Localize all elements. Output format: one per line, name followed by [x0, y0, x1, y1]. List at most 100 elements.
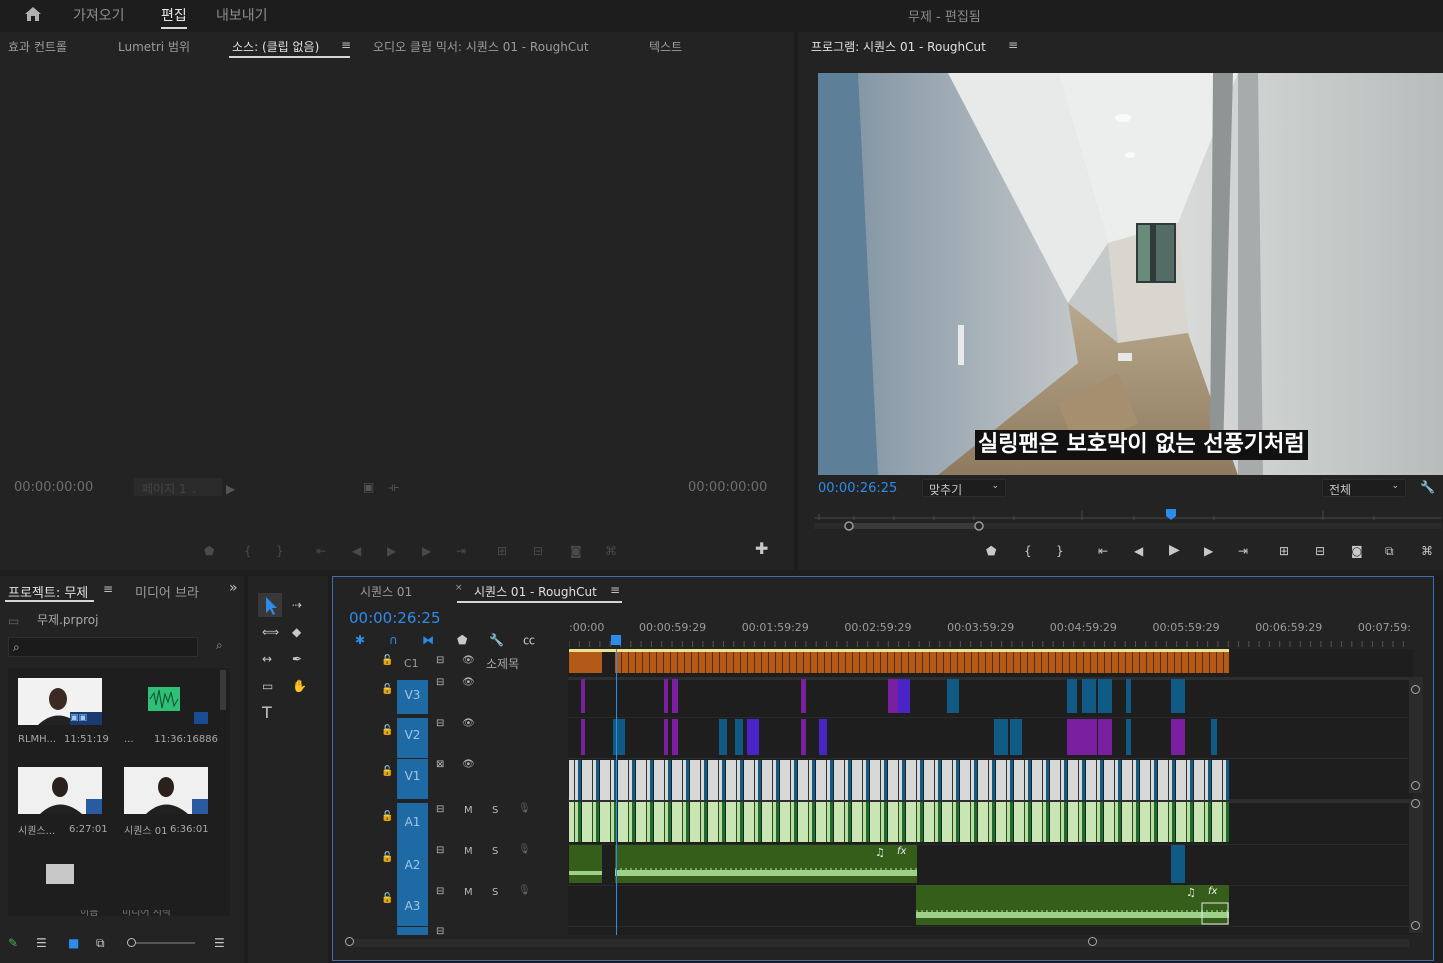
scroll-handle[interactable]	[1411, 685, 1420, 694]
tab-effect-controls[interactable]: 효과 컨트롤	[8, 38, 67, 55]
v1-clips[interactable]	[569, 760, 1229, 800]
tab-import[interactable]: 가져오기	[73, 5, 125, 25]
v3-clip[interactable]	[1082, 679, 1096, 713]
v3-clip[interactable]	[664, 679, 668, 713]
lock-icon[interactable]: 🔓	[381, 725, 393, 736]
project-search-input[interactable]: ⌕	[8, 637, 198, 657]
play-icon[interactable]: ▶	[1169, 543, 1180, 557]
tab-source[interactable]: 소스: (클립 없음)	[232, 38, 319, 55]
track-label-v1[interactable]: V1	[397, 759, 428, 799]
caption-clip[interactable]	[569, 649, 602, 673]
page-select[interactable]: 페이지 1 ⌄	[134, 478, 222, 496]
eye-icon[interactable]: 👁	[462, 677, 475, 688]
camera-icon[interactable]: ◙	[1351, 544, 1363, 558]
caption-clip[interactable]	[615, 649, 1229, 673]
razor-tool-icon[interactable]: ◆	[292, 625, 301, 639]
insert-icon[interactable]: ⊞	[497, 544, 507, 558]
toggle-sync-icon[interactable]: ⊟	[436, 926, 444, 935]
play-icon[interactable]: ▶	[387, 544, 396, 558]
v2-clip[interactable]	[1171, 719, 1185, 755]
list-view-icon[interactable]: ☰	[36, 936, 47, 950]
tab-sequence-roughcut[interactable]: 시퀀스 01 - RoughCut	[474, 583, 597, 600]
sort-icon[interactable]: ☰	[214, 936, 225, 950]
mark-out-icon[interactable]: }	[1056, 544, 1064, 558]
extract-icon[interactable]: ⊟	[1315, 544, 1325, 558]
solo-button[interactable]: S	[492, 846, 498, 857]
item-name[interactable]: ...	[124, 734, 134, 745]
drag-audio-icon[interactable]: ⟛	[388, 480, 399, 494]
v2-clip[interactable]	[664, 719, 668, 755]
tab-lumetri-scopes[interactable]: Lumetri 범위	[118, 38, 190, 55]
quality-select[interactable]: 전체 ⌄	[1322, 479, 1406, 497]
solo-button[interactable]: S	[492, 805, 498, 816]
timeline-timecode[interactable]: 00:00:26:25	[349, 609, 441, 627]
go-to-out-icon[interactable]: ⇥	[456, 544, 466, 558]
v3-clip[interactable]	[888, 679, 898, 713]
track-label-v2[interactable]: V2	[397, 718, 428, 758]
track-label-v3[interactable]: V3	[397, 680, 428, 714]
mark-in-icon[interactable]: {	[1024, 544, 1032, 558]
thumbnail-sequence[interactable]	[124, 767, 208, 814]
v2-clip[interactable]	[735, 719, 743, 755]
eye-icon[interactable]: 👁	[462, 655, 475, 666]
tab-export[interactable]: 내보내기	[216, 5, 268, 25]
mark-out-icon[interactable]: }	[276, 544, 284, 558]
zoom-slider-handle[interactable]	[127, 938, 136, 947]
pen-tool-icon[interactable]: ✒	[292, 652, 302, 666]
mute-button[interactable]: M	[464, 887, 473, 898]
snap-icon[interactable]: ∩	[389, 633, 398, 647]
toggle-sync-icon[interactable]: ⊠	[436, 759, 444, 770]
ripple-edit-tool-icon[interactable]: ⟺	[262, 625, 279, 639]
mic-icon[interactable]: 🎙	[518, 803, 531, 814]
go-to-in-icon[interactable]: ⇤	[316, 544, 326, 558]
source-menu-icon[interactable]: ≡	[341, 38, 351, 52]
add-marker-icon[interactable]: ⬟	[457, 633, 467, 647]
tab-audio-clip-mixer[interactable]: 오디오 클립 믹서: 시퀀스 01 - RoughCut	[373, 38, 589, 55]
scroll-handle[interactable]	[1088, 937, 1097, 946]
fit-select[interactable]: 맞추기 ⌄	[922, 479, 1006, 497]
thumbnail-sequence[interactable]	[18, 767, 102, 814]
slip-tool-icon[interactable]: ↔	[262, 652, 272, 666]
track-label-a4[interactable]	[397, 927, 428, 935]
program-timecode[interactable]: 00:00:26:25	[818, 481, 897, 496]
v2-clip[interactable]	[581, 719, 585, 755]
a2-clip[interactable]	[569, 845, 602, 883]
folder-icon[interactable]	[46, 864, 74, 884]
zoom-slider[interactable]	[130, 942, 195, 944]
track-label-a2[interactable]: A2	[397, 844, 428, 885]
tab-media-browser[interactable]: 미디어 브라	[135, 582, 199, 601]
v3-clip[interactable]	[1171, 679, 1185, 713]
marker-icon[interactable]: ⬟	[986, 544, 996, 558]
a1-clips[interactable]	[569, 802, 1229, 842]
lock-icon[interactable]: 🔓	[381, 684, 393, 695]
track-label-a1[interactable]: A1	[397, 803, 428, 844]
type-tool-icon[interactable]: T	[262, 705, 272, 721]
go-to-in-icon[interactable]: ⇤	[1098, 544, 1108, 558]
project-menu-icon[interactable]: ≡	[103, 582, 113, 596]
lock-icon[interactable]: 🔓	[381, 811, 393, 822]
tab-project[interactable]: 프로젝트: 무제	[8, 582, 88, 601]
add-button-icon[interactable]: ✚	[755, 541, 768, 557]
button-editor-icon[interactable]: ⌘	[605, 544, 617, 558]
a3-clip[interactable]: ♫ fx	[916, 885, 1229, 925]
eye-icon[interactable]: 👁	[462, 759, 475, 770]
close-tab-icon[interactable]: ×	[455, 583, 463, 593]
toggle-sync-icon[interactable]: ⊟	[436, 677, 444, 688]
toggle-sync-icon[interactable]: ⊟	[436, 804, 444, 815]
v2-clip[interactable]	[672, 719, 678, 755]
mute-button[interactable]: M	[464, 846, 473, 857]
button-editor-icon[interactable]: ⌘	[1421, 544, 1433, 558]
thumbnail-audio[interactable]	[124, 678, 208, 725]
track-label-a3[interactable]: A3	[397, 885, 428, 926]
source-timecode-left[interactable]: 00:00:00:00	[14, 480, 93, 495]
lock-icon[interactable]: 🔓	[381, 852, 393, 863]
toggle-sync-icon[interactable]: ⊟	[436, 718, 444, 729]
program-title[interactable]: 프로그램: 시퀀스 01 - RoughCut	[811, 38, 986, 55]
v2-clip[interactable]	[801, 719, 806, 755]
marker-icon[interactable]: ⬟	[204, 544, 214, 558]
v3-clip[interactable]	[581, 679, 585, 713]
v3-clip[interactable]	[1126, 679, 1131, 713]
lock-icon[interactable]: 🔓	[381, 893, 393, 904]
v2-clip[interactable]	[1077, 719, 1097, 755]
program-menu-icon[interactable]: ≡	[1008, 38, 1018, 52]
